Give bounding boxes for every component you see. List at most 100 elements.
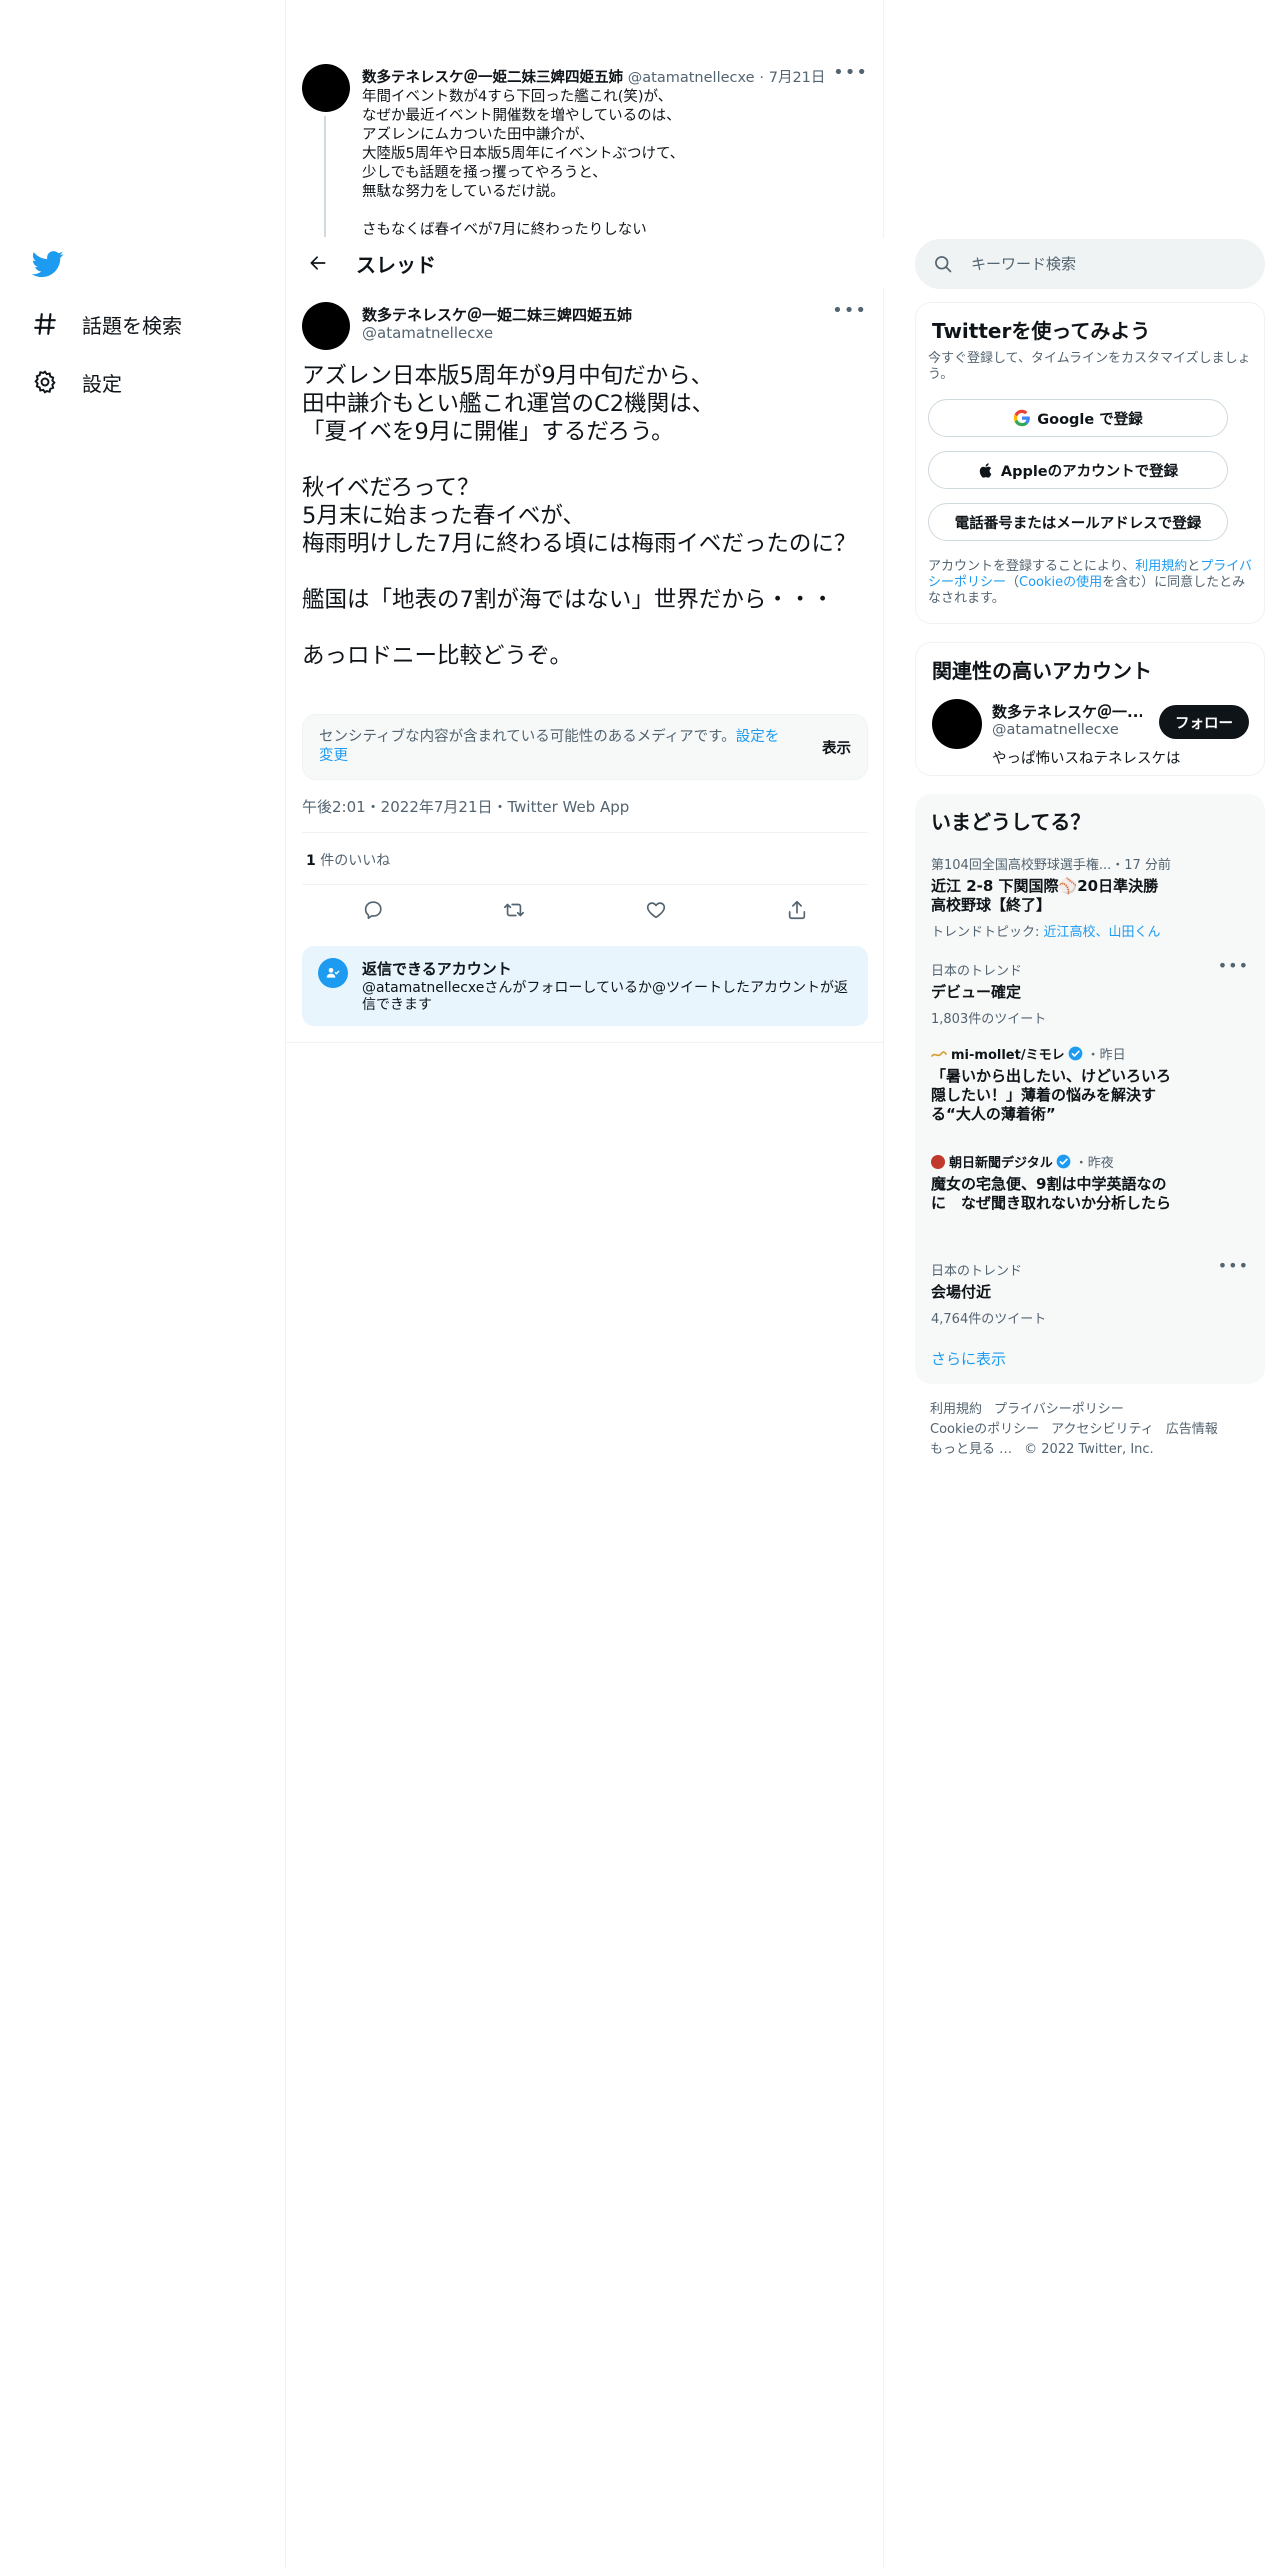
more-icon[interactable]: ••• <box>832 300 867 321</box>
search-input[interactable] <box>971 255 1241 273</box>
divider <box>302 884 868 885</box>
verified-badge-icon <box>1056 1154 1071 1169</box>
trend-title: 会場付近 <box>931 1283 992 1301</box>
reply-button[interactable] <box>355 892 391 928</box>
more-icon[interactable]: ••• <box>1218 1256 1249 1275</box>
author-handle[interactable]: @atamatnellecxe <box>628 70 755 86</box>
follow-button[interactable]: フォロー <box>1159 705 1249 739</box>
trend-context-text: 第104回全国高校野球選手権... <box>931 858 1112 873</box>
trend-item[interactable]: 日本のトレンド デビュー確定 1,803件のツイート <box>931 960 1251 1027</box>
news-source: mi-mollet/ミモレ ・昨日 <box>931 1044 1251 1063</box>
more-icon[interactable]: ••• <box>1218 956 1249 975</box>
trend-title: 近江 2-8 下関国際⚾20日準決勝 高校野球【終了】 <box>931 877 1159 914</box>
trend-topic-label: トレンドトピック: <box>931 925 1044 940</box>
phone-email-signup-button[interactable]: 電話番号またはメールアドレスで登録 <box>928 503 1228 541</box>
signup-title: Twitterを使ってみよう <box>932 319 1151 343</box>
trend-count: 4,764件のツイート <box>931 1312 1047 1327</box>
apple-signup-button[interactable]: Appleのアカウントで登録 <box>928 451 1228 489</box>
trend-item[interactable]: 朝日新聞デジタル ・昨夜 魔女の宅急便、9割は中学英語なのに なぜ聞き取れないか… <box>931 1152 1251 1213</box>
related-accounts-card: 関連性の高いアカウント 数多テネレスケ＠一... @atamatnellecxe… <box>915 642 1265 776</box>
like-button[interactable] <box>638 892 674 928</box>
footer-link-cookies[interactable]: Cookieのポリシー <box>930 1422 1039 1437</box>
google-signup-button[interactable]: Google で登録 <box>928 399 1228 437</box>
sensitive-text: センシティブな内容が含まれている可能性のあるメディアです。 <box>319 729 736 745</box>
reply-restriction-title: 返信できるアカウント <box>362 960 512 978</box>
nav-explore-label: 話題を検索 <box>82 313 182 338</box>
parent-tweet-header: 数多テネレスケ＠一姫二妹三婢四姫五姉 @atamatnellecxe · 7月2… <box>362 66 825 87</box>
divider <box>286 1042 884 1043</box>
google-icon <box>1013 409 1031 427</box>
trend-context: 日本のトレンド <box>931 964 1023 979</box>
reply-restriction-notice: 返信できるアカウント @atamatnellecxeさんがフォローしているか@ツ… <box>302 946 868 1026</box>
author-name[interactable]: 数多テネレスケ＠一姫二妹三婢四姫五姉 <box>362 70 623 86</box>
main-column: 数多テネレスケ＠一姫二妹三婢四姫五姉 @atamatnellecxe · 7月2… <box>286 0 884 2568</box>
parent-tweet-text: 年間イベント数が4すら下回った艦これ(笑)が、 なぜか最近イベント開催数を増やし… <box>362 89 685 237</box>
trend-topic-links[interactable]: 近江高校、山田くん <box>1044 925 1161 940</box>
share-icon <box>789 900 806 920</box>
trend-item[interactable]: 第104回全国高校野球選手権...・17 分前 近江 2-8 下関国際⚾20日準… <box>931 854 1251 940</box>
thread-header: スレッド <box>286 238 884 288</box>
avatar[interactable] <box>302 302 350 350</box>
page-title: スレッド <box>356 252 436 277</box>
sensitive-message: センシティブな内容が含まれている可能性のあるメディアです。設定を変更 <box>319 728 789 766</box>
thread-connector <box>324 116 326 237</box>
twitter-logo-icon[interactable] <box>30 248 66 280</box>
user-check-icon <box>318 958 348 988</box>
signup-subtitle: 今すぐ登録して、タイムラインをカスタマイズしましょう。 <box>928 351 1251 382</box>
copyright: © 2022 Twitter, Inc. <box>1024 1442 1154 1457</box>
related-account-name[interactable]: 数多テネレスケ＠一... <box>992 701 1142 722</box>
share-button[interactable] <box>779 892 815 928</box>
nav-settings-label: 設定 <box>82 371 122 396</box>
footer-link-terms[interactable]: 利用規約 <box>930 1402 982 1417</box>
show-media-button[interactable]: 表示 <box>822 737 851 758</box>
sensitive-media-notice: センシティブな内容が含まれている可能性のあるメディアです。設定を変更 表示 <box>302 714 868 780</box>
signup-terms: アカウントを登録することにより、利用規約とプライバシーポリシー（Cookieの使… <box>928 559 1258 607</box>
parent-tweet[interactable]: 数多テネレスケ＠一姫二妹三婢四姫五姉 @atamatnellecxe · 7月2… <box>286 52 884 237</box>
separator-dot: · <box>759 70 764 86</box>
show-more-link[interactable]: さらに表示 <box>931 1348 1006 1369</box>
author-handle[interactable]: @atamatnellecxe <box>362 324 493 342</box>
terms-link[interactable]: 利用規約 <box>1135 559 1187 574</box>
source-time: ・昨夜 <box>1074 1156 1114 1171</box>
trends-title: いまどうしてる？ <box>931 810 1091 834</box>
search-box[interactable] <box>915 239 1265 289</box>
source-logo-icon <box>931 1154 945 1169</box>
related-account-bio: やっぱ怖いスねテネレスケは <box>992 751 1181 767</box>
nav-settings[interactable]: 設定 <box>30 362 122 402</box>
source-time: ・昨日 <box>1086 1048 1126 1063</box>
likes-label: 件のいいね <box>315 853 391 869</box>
signup-card: Twitterを使ってみよう 今すぐ登録して、タイムラインをカスタマイズしましょ… <box>915 302 1265 624</box>
tweet-date[interactable]: 7月21日 <box>769 70 826 86</box>
nav-explore[interactable]: 話題を検索 <box>30 304 182 344</box>
trend-time: ・17 分前 <box>1111 858 1171 873</box>
retweet-button[interactable] <box>496 892 532 928</box>
trend-count: 1,803件のツイート <box>931 1012 1047 1027</box>
more-icon[interactable]: ••• <box>833 62 868 83</box>
likes-number: 1 <box>306 853 316 869</box>
trend-context: 日本のトレンド <box>931 1264 1023 1279</box>
avatar[interactable] <box>302 64 350 112</box>
trend-topics: トレンドトピック: 近江高校、山田くん <box>931 921 1251 940</box>
likes-count[interactable]: 1 件のいいね <box>306 850 390 870</box>
trend-item[interactable]: 日本のトレンド 会場付近 4,764件のツイート <box>931 1260 1251 1327</box>
footer-link-more[interactable]: もっと見る … <box>930 1442 1012 1457</box>
avatar[interactable] <box>932 699 982 749</box>
footer-link-ads[interactable]: 広告情報 <box>1166 1422 1218 1437</box>
phone-email-signup-label: 電話番号またはメールアドレスで登録 <box>954 515 1202 532</box>
cookie-link[interactable]: Cookieの使用 <box>1019 575 1102 590</box>
trends-card: いまどうしてる？ 第104回全国高校野球選手権...・17 分前 近江 2-8 … <box>915 794 1265 1384</box>
trend-title: 「暑いから出したい、けどいろいろ隠したい！」薄着の悩みを解決する“大人の薄着術” <box>931 1067 1172 1123</box>
apple-signup-label: Appleのアカウントで登録 <box>1000 463 1179 480</box>
back-button[interactable] <box>300 245 336 281</box>
related-account-handle[interactable]: @atamatnellecxe <box>992 722 1119 738</box>
left-navigation: 話題を検索 設定 <box>0 0 286 2568</box>
footer-link-accessibility[interactable]: アクセシビリティ <box>1051 1422 1154 1437</box>
arrow-left-icon <box>310 256 326 270</box>
apple-icon <box>978 462 995 479</box>
terms-text: と <box>1187 559 1201 574</box>
author-name[interactable]: 数多テネレスケ＠一姫二妹三婢四姫五姉 <box>362 304 632 325</box>
tweet-text: アズレン日本版5周年が9月中旬だから、 田中謙介もとい艦これ運営のC2機関は、 … <box>302 363 857 669</box>
tweet-timestamp[interactable]: 午後2:01・2022年7月21日・Twitter Web App <box>302 796 629 817</box>
trend-item[interactable]: mi-mollet/ミモレ ・昨日 「暑いから出したい、けどいろいろ隠したい！」… <box>931 1044 1251 1124</box>
footer-link-privacy[interactable]: プライバシーポリシー <box>994 1402 1124 1417</box>
